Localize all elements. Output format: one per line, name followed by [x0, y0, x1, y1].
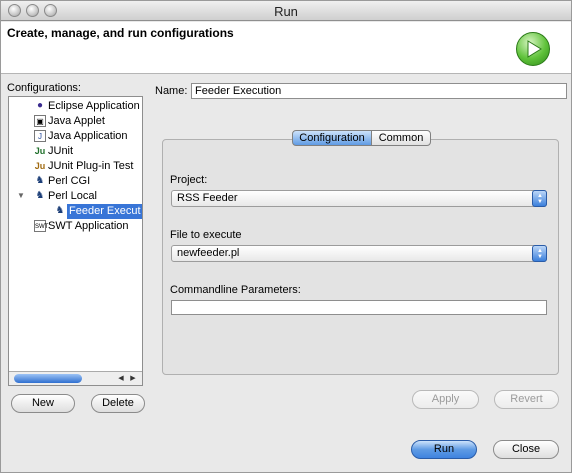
tree-item-java-application[interactable]: J Java Application: [9, 129, 142, 144]
tab-configuration[interactable]: Configuration: [292, 130, 372, 146]
tree-item-eclipse-application[interactable]: ● Eclipse Application: [9, 99, 142, 114]
new-button[interactable]: New: [11, 394, 75, 413]
scroll-left-icon[interactable]: ◀: [115, 373, 127, 384]
eclipse-icon: ●: [36, 100, 44, 111]
tree-item-perl-cgi[interactable]: ♞ Perl CGI: [9, 174, 142, 189]
title-bar: Run: [1, 1, 571, 21]
revert-button[interactable]: Revert: [494, 390, 559, 409]
tree-item-label: JUnit: [48, 145, 74, 157]
name-input[interactable]: Feeder Execution: [191, 83, 567, 99]
junit-plugin-icon: Ju: [34, 161, 46, 171]
java-app-icon: J: [34, 130, 46, 142]
tree-item-swt-application[interactable]: SWT SWT Application: [9, 219, 142, 234]
project-label: Project:: [170, 174, 208, 186]
header-banner: Create, manage, and run configurations: [1, 22, 571, 74]
delete-button[interactable]: Delete: [91, 394, 145, 413]
file-select-value: newfeeder.pl: [177, 247, 240, 259]
updown-arrows-icon: ▲ ▼: [532, 190, 547, 207]
apply-button[interactable]: Apply: [412, 390, 479, 409]
file-to-execute-label: File to execute: [170, 229, 242, 241]
name-label: Name:: [155, 85, 188, 97]
commandline-parameters-label: Commandline Parameters:: [170, 284, 301, 296]
tree-item-label: Eclipse Application: [48, 100, 140, 112]
junit-icon: Ju: [34, 146, 46, 156]
tree-item-label: SWT Application: [48, 220, 129, 232]
tree-item-java-applet[interactable]: ▣ Java Applet: [9, 114, 142, 129]
tree-item-label: Java Applet: [48, 115, 105, 127]
tree-item-label: Perl Local: [48, 190, 97, 202]
tree-item-feeder-execution[interactable]: ♞ Feeder Execut: [9, 204, 142, 219]
tree-item-junit[interactable]: Ju JUnit: [9, 144, 142, 159]
scroll-right-icon[interactable]: ▶: [127, 373, 139, 384]
tab-common[interactable]: Common: [371, 130, 431, 146]
tree-item-junit-plugin-test[interactable]: Ju JUnit Plug-in Test: [9, 159, 142, 174]
project-select[interactable]: RSS Feeder ▲ ▼: [171, 190, 547, 207]
close-button[interactable]: Close: [493, 440, 559, 459]
tree-item-perl-local[interactable]: ▼ ♞ Perl Local: [9, 189, 142, 204]
scrollbar-thumb[interactable]: [14, 374, 82, 383]
horizontal-scrollbar[interactable]: ◀ ▶: [9, 371, 142, 385]
project-select-value: RSS Feeder: [177, 192, 238, 204]
tree-item-label: Java Application: [48, 130, 128, 142]
window-title: Run: [274, 4, 298, 19]
updown-arrows-icon: ▲ ▼: [532, 245, 547, 262]
run-button[interactable]: Run: [411, 440, 477, 459]
tree-item-label: Perl CGI: [48, 175, 91, 187]
perl-camel-icon: ♞: [35, 190, 45, 201]
banner-title: Create, manage, and run configurations: [7, 26, 234, 40]
run-play-icon: [516, 32, 550, 66]
expand-triangle-icon[interactable]: ▼: [15, 190, 27, 202]
run-dialog: Run Create, manage, and run configuratio…: [0, 0, 572, 473]
play-triangle-icon: [527, 40, 542, 58]
tree-item-label: JUnit Plug-in Test: [48, 160, 134, 172]
swt-icon: SWT: [34, 220, 48, 232]
perl-camel-icon: ♞: [55, 205, 65, 216]
commandline-parameters-input[interactable]: [171, 300, 547, 315]
tree-item-label: Feeder Execut: [67, 204, 142, 219]
file-to-execute-select[interactable]: newfeeder.pl ▲ ▼: [171, 245, 547, 262]
applet-icon: ▣: [34, 115, 46, 127]
configurations-tree[interactable]: ● Eclipse Application ▣ Java Applet J Ja…: [8, 96, 143, 386]
perl-camel-icon: ♞: [35, 175, 45, 186]
configurations-label: Configurations:: [7, 82, 81, 94]
